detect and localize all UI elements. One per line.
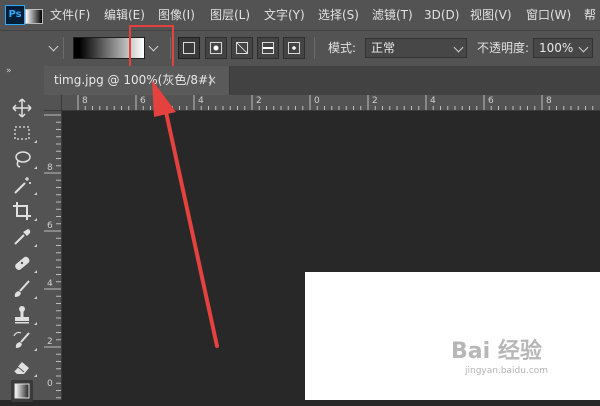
ruler-label: 4: [47, 279, 53, 289]
angle-gradient-button[interactable]: [231, 37, 253, 59]
divider: [170, 37, 171, 59]
opacity-label: 不透明度:: [477, 41, 530, 55]
stamp-icon: [15, 306, 29, 324]
rectangular-marquee-icon: [14, 126, 30, 140]
eyedropper-icon: [14, 229, 31, 245]
ruler-label: 2: [256, 96, 262, 106]
menu-help[interactable]: 帮: [584, 0, 596, 30]
ruler-label: 6: [47, 221, 53, 231]
ruler-label: 2: [47, 337, 53, 347]
ruler-label: 8: [47, 163, 53, 173]
linear-gradient-button[interactable]: [178, 37, 200, 59]
magic-wand-tool[interactable]: [11, 174, 33, 196]
move-icon: [12, 98, 32, 118]
eyedropper-tool[interactable]: [11, 226, 33, 248]
divider: [314, 37, 315, 59]
mode-value: 正常: [371, 41, 396, 55]
brush-icon: [14, 280, 30, 297]
healing-brush-tool[interactable]: [11, 252, 33, 274]
gradient-tool-icon: [14, 383, 30, 399]
horizontal-ruler[interactable]: 8 6 4 2 0 2 4 6 8: [62, 95, 600, 111]
opacity-value: 100%: [539, 41, 574, 55]
watermark-logo: Bai 经验: [451, 339, 542, 364]
menu-view[interactable]: 视图(V): [470, 0, 512, 30]
menu-type[interactable]: 文字(Y): [264, 0, 305, 30]
ruler-label: 6: [488, 96, 494, 106]
menu-window[interactable]: 窗口(W): [526, 0, 571, 30]
close-icon[interactable]: ×: [207, 66, 217, 95]
divider: [63, 37, 64, 59]
radial-gradient-button[interactable]: [205, 37, 227, 59]
mode-select[interactable]: 正常: [365, 38, 467, 58]
ruler-label: 0: [314, 96, 320, 106]
ruler-label: 4: [198, 96, 204, 106]
lasso-icon: [15, 151, 31, 168]
clone-stamp-tool[interactable]: [11, 304, 33, 326]
menu-file[interactable]: 文件(F): [50, 0, 90, 30]
menu-filter[interactable]: 滤镜(T): [372, 0, 413, 30]
radial-gradient-icon: [210, 42, 222, 54]
brush-tool[interactable]: [11, 278, 33, 300]
toolbox-collapse-icon[interactable]: »: [6, 66, 26, 76]
angle-gradient-icon: [236, 42, 248, 54]
mode-label: 模式:: [328, 41, 357, 55]
document-tab-title: timg.jpg @ 100%(灰色/8#): [54, 73, 213, 87]
tool-preset-icon[interactable]: [25, 9, 43, 24]
menu-3d[interactable]: 3D(D): [424, 0, 459, 30]
lasso-tool[interactable]: [11, 148, 33, 170]
diamond-gradient-icon: [288, 42, 300, 54]
menu-select[interactable]: 选择(S): [318, 0, 359, 30]
ruler-ticks: [44, 114, 61, 399]
ruler-label: 4: [430, 96, 436, 106]
crop-tool[interactable]: [11, 200, 33, 222]
ruler-origin[interactable]: [44, 95, 62, 111]
ruler-label: 0: [47, 379, 53, 389]
menu-layer[interactable]: 图层(L): [210, 0, 250, 30]
eraser-tool[interactable]: [11, 356, 33, 378]
magic-wand-icon: [14, 177, 31, 194]
diamond-gradient-button[interactable]: [283, 37, 305, 59]
vertical-ruler[interactable]: 8 6 4 2 0: [44, 111, 62, 400]
ruler-label: 8: [82, 96, 88, 106]
reflected-gradient-button[interactable]: [257, 37, 279, 59]
move-tool[interactable]: [11, 97, 33, 119]
ruler-label: 8: [546, 96, 552, 106]
reflected-gradient-icon: [262, 42, 274, 54]
ruler-label: 6: [140, 96, 146, 106]
marquee-tool[interactable]: [11, 122, 33, 144]
photoshop-logo-icon: Ps: [5, 5, 25, 25]
eraser-icon: [13, 362, 29, 374]
bandage-icon: [15, 256, 30, 270]
history-brush-tool[interactable]: [11, 330, 33, 352]
crop-icon: [13, 202, 31, 220]
linear-gradient-icon: [183, 42, 195, 54]
watermark-url: jingyan.baidu.com: [465, 366, 549, 376]
history-brush-icon: [13, 331, 30, 348]
gradient-tool[interactable]: [11, 380, 33, 402]
ruler-label: 2: [372, 96, 378, 106]
annotation-highlight-box: [129, 25, 174, 70]
